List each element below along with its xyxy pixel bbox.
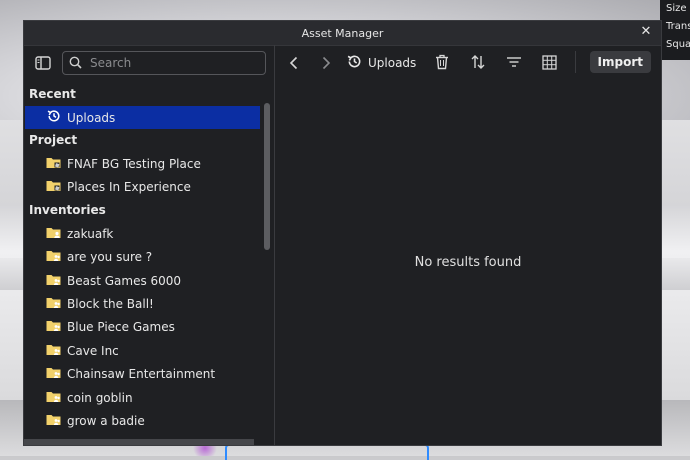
breadcrumb-current: Uploads: [368, 56, 417, 70]
tree-item-label: Uploads: [67, 110, 116, 125]
sort-icon[interactable]: [467, 51, 489, 73]
tree-item-label: grow a badie: [67, 413, 145, 428]
tree-item-label: FNAF BG Testing Place: [67, 157, 201, 172]
tree-item-label: Beast Games 6000: [67, 273, 182, 288]
breadcrumb: Uploads: [347, 54, 416, 72]
toggle-sidebar-icon[interactable]: [32, 52, 54, 74]
folder-group-icon: [46, 249, 61, 265]
tree-item-inventory[interactable]: grow a badie: [24, 409, 260, 431]
search-icon: [69, 54, 82, 73]
section-project: Project: [29, 133, 78, 148]
tree-item-inventory[interactable]: Block the Ball!: [24, 292, 260, 315]
asset-manager-window: Asset Manager ✕ Recent: [23, 20, 662, 446]
toolbar-divider: [574, 51, 576, 73]
tree-item-project[interactable]: FNAF BG Testing Place: [24, 152, 260, 175]
tree-item-label: Chainsaw Entertainment: [67, 367, 216, 382]
asset-tree: Recent Uploads Project FNAF BG Testing P…: [24, 83, 260, 431]
selection-outline: [225, 444, 429, 460]
filter-icon[interactable]: [503, 51, 525, 73]
history-icon: [47, 109, 61, 126]
folder-group-icon: [46, 296, 61, 312]
vertical-scrollbar[interactable]: [264, 103, 270, 250]
tree-item-label: Places In Experience: [67, 180, 191, 195]
window-title: Asset Manager: [301, 26, 384, 40]
search-field[interactable]: [62, 51, 266, 75]
content-panel: Uploads Import No results found: [275, 45, 661, 445]
import-button[interactable]: Import: [589, 51, 651, 73]
tree-item-inventory[interactable]: are you sure ?: [24, 246, 260, 269]
property-label: Squa: [666, 39, 690, 50]
folder-group-icon: [46, 273, 61, 289]
forward-arrow-icon[interactable]: [315, 52, 337, 74]
tree-item-inventory[interactable]: Beast Games 6000: [24, 269, 260, 292]
tree-item-inventory[interactable]: zakuafk: [24, 222, 260, 245]
property-label: Size: [666, 3, 687, 14]
empty-state-message: No results found: [414, 255, 522, 270]
grid-view-icon[interactable]: [539, 51, 561, 73]
section-recent: Recent: [29, 87, 76, 101]
tree-item-inventory[interactable]: Blue Piece Games: [24, 316, 260, 339]
tree-item-label: Blue Piece Games: [67, 320, 175, 335]
history-icon: [347, 54, 362, 72]
title-bar[interactable]: Asset Manager ✕: [24, 21, 661, 46]
folder-group-icon: [46, 343, 61, 359]
folder-user-icon: [46, 226, 61, 242]
properties-panel: Size Trans Squa: [660, 0, 690, 60]
tree-item-label: are you sure ?: [67, 250, 153, 265]
folder-group-icon: [46, 390, 61, 406]
trash-icon[interactable]: [431, 51, 453, 73]
folder-place-icon: [46, 156, 61, 172]
close-button[interactable]: ✕: [639, 25, 653, 39]
tree-item-inventory[interactable]: coin goblin: [24, 386, 260, 409]
horizontal-scrollbar[interactable]: [24, 439, 254, 445]
folder-group-icon: [46, 366, 61, 382]
folder-place-icon: [46, 179, 61, 195]
folder-group-icon: [46, 319, 61, 335]
tree-item-label: Cave Inc: [67, 343, 119, 358]
tree-item-inventory[interactable]: Chainsaw Entertainment: [24, 363, 260, 386]
sidebar: Recent Uploads Project FNAF BG Testing P…: [24, 45, 275, 445]
tree-item-label: Block the Ball!: [67, 297, 154, 312]
folder-group-icon: [46, 413, 61, 429]
content-toolbar: Uploads Import: [275, 45, 661, 81]
search-input[interactable]: [88, 55, 259, 71]
tree-item-project[interactable]: Places In Experience: [24, 176, 260, 199]
tree-item-uploads[interactable]: Uploads: [25, 106, 260, 130]
tree-item-label: zakuafk: [67, 226, 114, 241]
back-arrow-icon[interactable]: [283, 52, 305, 74]
tree-item-label: coin goblin: [67, 390, 133, 405]
section-inventories: Inventories: [29, 203, 106, 218]
tree-item-inventory[interactable]: Cave Inc: [24, 339, 260, 362]
property-label: Trans: [666, 21, 690, 32]
